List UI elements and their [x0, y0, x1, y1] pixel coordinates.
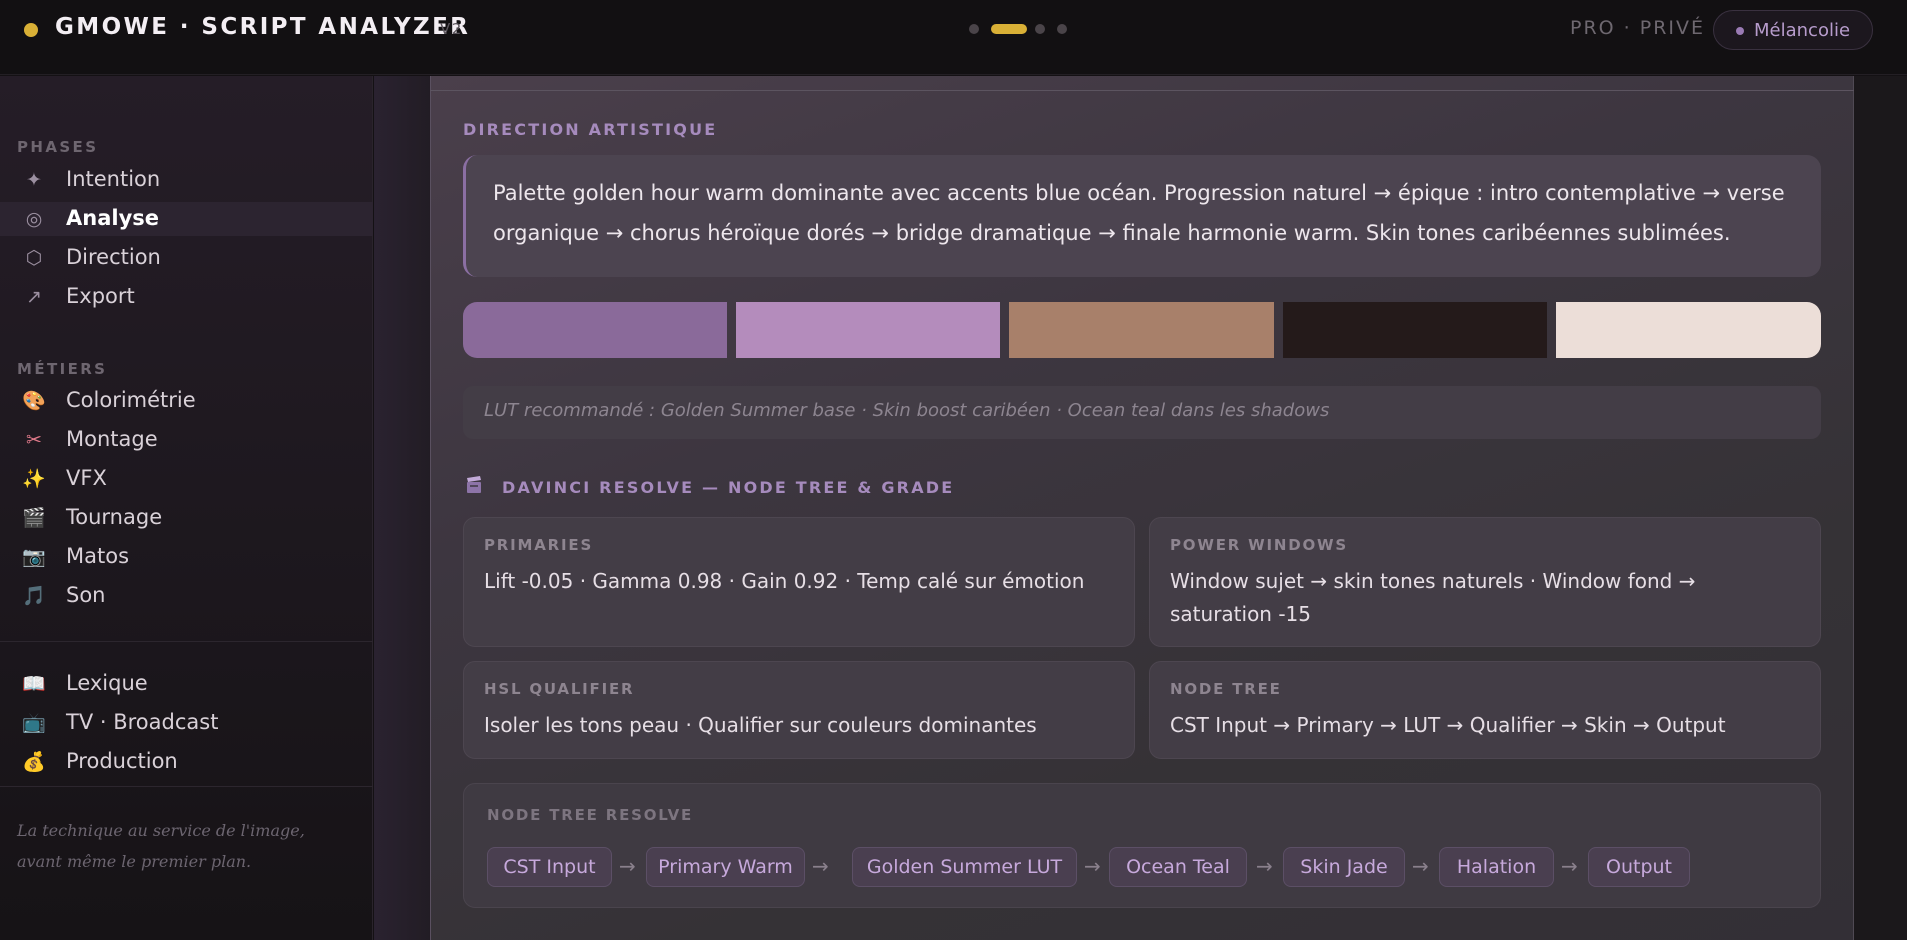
sidebar-item-label: Tournage — [66, 505, 163, 529]
sidebar-item-tv-broadcast[interactable]: 📺 TV · Broadcast — [0, 706, 373, 740]
sidebar-item-label: Matos — [66, 544, 130, 568]
sidebar-item-label: Son — [66, 583, 106, 607]
sidebar-item-colorimetrie[interactable]: 🎨 Colorimétrie — [0, 384, 373, 418]
node-skin-jade[interactable]: Skin Jade — [1283, 847, 1405, 887]
sidebar-item-matos[interactable]: 📷 Matos — [0, 540, 373, 574]
sidebar-item-analyse[interactable]: ◎ Analyse — [0, 202, 373, 236]
palette-swatch-5[interactable] — [1556, 302, 1821, 358]
sidebar-item-production[interactable]: 💰 Production — [0, 745, 373, 779]
arrow-icon: → — [1084, 854, 1101, 878]
sidebar-tagline: La technique au service de l'image, avan… — [17, 821, 305, 871]
tile-text: Window sujet → skin tones naturels · Win… — [1170, 569, 1696, 626]
palette-swatch-3[interactable] — [1009, 302, 1274, 358]
app-version: V2 — [440, 20, 463, 38]
direction-quote: Palette golden hour warm dominante avec … — [463, 155, 1821, 277]
step-dot-1[interactable] — [969, 24, 979, 34]
node-tree-resolve: NODE TREE RESOLVE CST Input → Primary Wa… — [463, 783, 1821, 908]
primaries-tile: PRIMARIES Lift -0.05 · Gamma 0.98 · Gain… — [463, 517, 1135, 647]
step-dot-4[interactable] — [1057, 24, 1067, 34]
sidebar-item-montage[interactable]: ✂ Montage — [0, 423, 373, 457]
hsl-qualifier-tile: HSL QUALIFIER Isoler les tons peau · Qua… — [463, 661, 1135, 759]
target-icon: ◎ — [25, 208, 43, 230]
direction-section-label: DIRECTION ARTISTIQUE — [463, 120, 718, 139]
money-bag-icon: 💰 — [22, 751, 46, 773]
palette-swatch-1[interactable] — [463, 302, 727, 358]
palette-swatch-4[interactable] — [1283, 302, 1547, 358]
palette-swatch-2[interactable] — [736, 302, 1000, 358]
node-cst-input[interactable]: CST Input — [487, 847, 612, 887]
resolve-section-label: DAVINCI RESOLVE — NODE TREE & GRADE — [502, 478, 955, 497]
mood-selector[interactable]: Mélancolie — [1713, 10, 1873, 50]
node-ocean-teal[interactable]: Ocean Teal — [1109, 847, 1247, 887]
sidebar-item-label: VFX — [66, 466, 107, 490]
palette-icon: 🎨 — [22, 390, 46, 412]
sidebar-item-lexique[interactable]: 📖 Lexique — [0, 667, 373, 701]
arrow-icon: → — [1412, 854, 1429, 878]
arrow-icon: → — [619, 854, 636, 878]
sidebar-item-label: TV · Broadcast — [66, 710, 219, 734]
tile-label: POWER WINDOWS — [1170, 536, 1348, 554]
card-divider — [430, 90, 1854, 91]
scissors-icon: ✂ — [26, 429, 42, 451]
plan-label: PRO · PRIVÉ — [1570, 17, 1705, 39]
step-dot-2-active[interactable] — [991, 24, 1027, 34]
tile-label: HSL QUALIFIER — [484, 680, 635, 698]
sidebar-item-intention[interactable]: ✦ Intention — [0, 163, 373, 197]
tile-label: PRIMARIES — [484, 536, 594, 554]
arrow-icon: → — [1256, 854, 1273, 878]
tile-text: Lift -0.05 · Gamma 0.98 · Gain 0.92 · Te… — [484, 569, 1085, 593]
sidebar-item-label: Direction — [66, 245, 161, 269]
sidebar-item-label: Production — [66, 749, 178, 773]
phases-section-label: PHASES — [17, 138, 99, 156]
sidebar-item-label: Lexique — [66, 671, 148, 695]
sparkles-icon: ✨ — [22, 468, 46, 490]
sidebar-item-direction[interactable]: ⬡ Direction — [0, 241, 373, 275]
arrow-icon: → — [1561, 854, 1578, 878]
tile-text: CST Input → Primary → LUT → Qualifier → … — [1170, 713, 1726, 737]
node-golden-summer-lut[interactable]: Golden Summer LUT — [852, 847, 1077, 887]
sidebar-item-vfx[interactable]: ✨ VFX — [0, 462, 373, 496]
lut-recommendation: LUT recommandé : Golden Summer base · Sk… — [463, 386, 1821, 439]
mood-dot-icon — [1736, 27, 1744, 35]
music-note-icon: 🎵 — [22, 585, 46, 607]
sidebar: PHASES ✦ Intention ◎ Analyse ⬡ Direction… — [0, 76, 373, 940]
arrow-icon: → — [812, 854, 829, 878]
sidebar-item-son[interactable]: 🎵 Son — [0, 579, 373, 613]
sidebar-item-label: Intention — [66, 167, 161, 191]
tree-label: NODE TREE RESOLVE — [487, 806, 694, 824]
export-arrow-icon: ↗ — [26, 286, 42, 308]
step-dot-3[interactable] — [1035, 24, 1045, 34]
clapper-icon — [466, 476, 484, 496]
sidebar-item-label: Export — [66, 284, 135, 308]
power-windows-tile: POWER WINDOWS Window sujet → skin tones … — [1149, 517, 1821, 647]
app-title: GMOWE · SCRIPT ANALYZER — [55, 14, 471, 40]
sparkle-icon: ✦ — [26, 169, 42, 191]
sidebar-item-label: Montage — [66, 427, 158, 451]
sidebar-item-label: Colorimétrie — [66, 388, 196, 412]
node-halation[interactable]: Halation — [1439, 847, 1554, 887]
node-primary-warm[interactable]: Primary Warm — [646, 847, 805, 887]
lut-text: LUT recommandé : Golden Summer base · Sk… — [484, 400, 1330, 421]
book-icon: 📖 — [22, 673, 46, 695]
brand-dot-icon — [24, 23, 38, 37]
sidebar-item-label: Analyse — [66, 206, 160, 230]
mood-label: Mélancolie — [1754, 20, 1851, 41]
tv-icon: 📺 — [22, 712, 46, 734]
sidebar-item-export[interactable]: ↗ Export — [0, 280, 373, 314]
clapper-icon: 🎬 — [22, 507, 46, 529]
sidebar-divider — [0, 786, 373, 787]
metiers-section-label: MÉTIERS — [17, 360, 108, 378]
node-output[interactable]: Output — [1588, 847, 1690, 887]
hexagon-icon: ⬡ — [25, 247, 43, 269]
tile-text: Isoler les tons peau · Qualifier sur cou… — [484, 713, 1037, 737]
sidebar-item-tournage[interactable]: 🎬 Tournage — [0, 501, 373, 535]
tile-label: NODE TREE — [1170, 680, 1282, 698]
node-tree-tile: NODE TREE CST Input → Primary → LUT → Qu… — [1149, 661, 1821, 759]
sidebar-divider — [0, 641, 373, 642]
top-bar: GMOWE · SCRIPT ANALYZER V2 PRO · PRIVÉ M… — [0, 0, 1907, 75]
direction-text: Palette golden hour warm dominante avec … — [493, 181, 1785, 245]
camera-icon: 📷 — [22, 546, 46, 568]
